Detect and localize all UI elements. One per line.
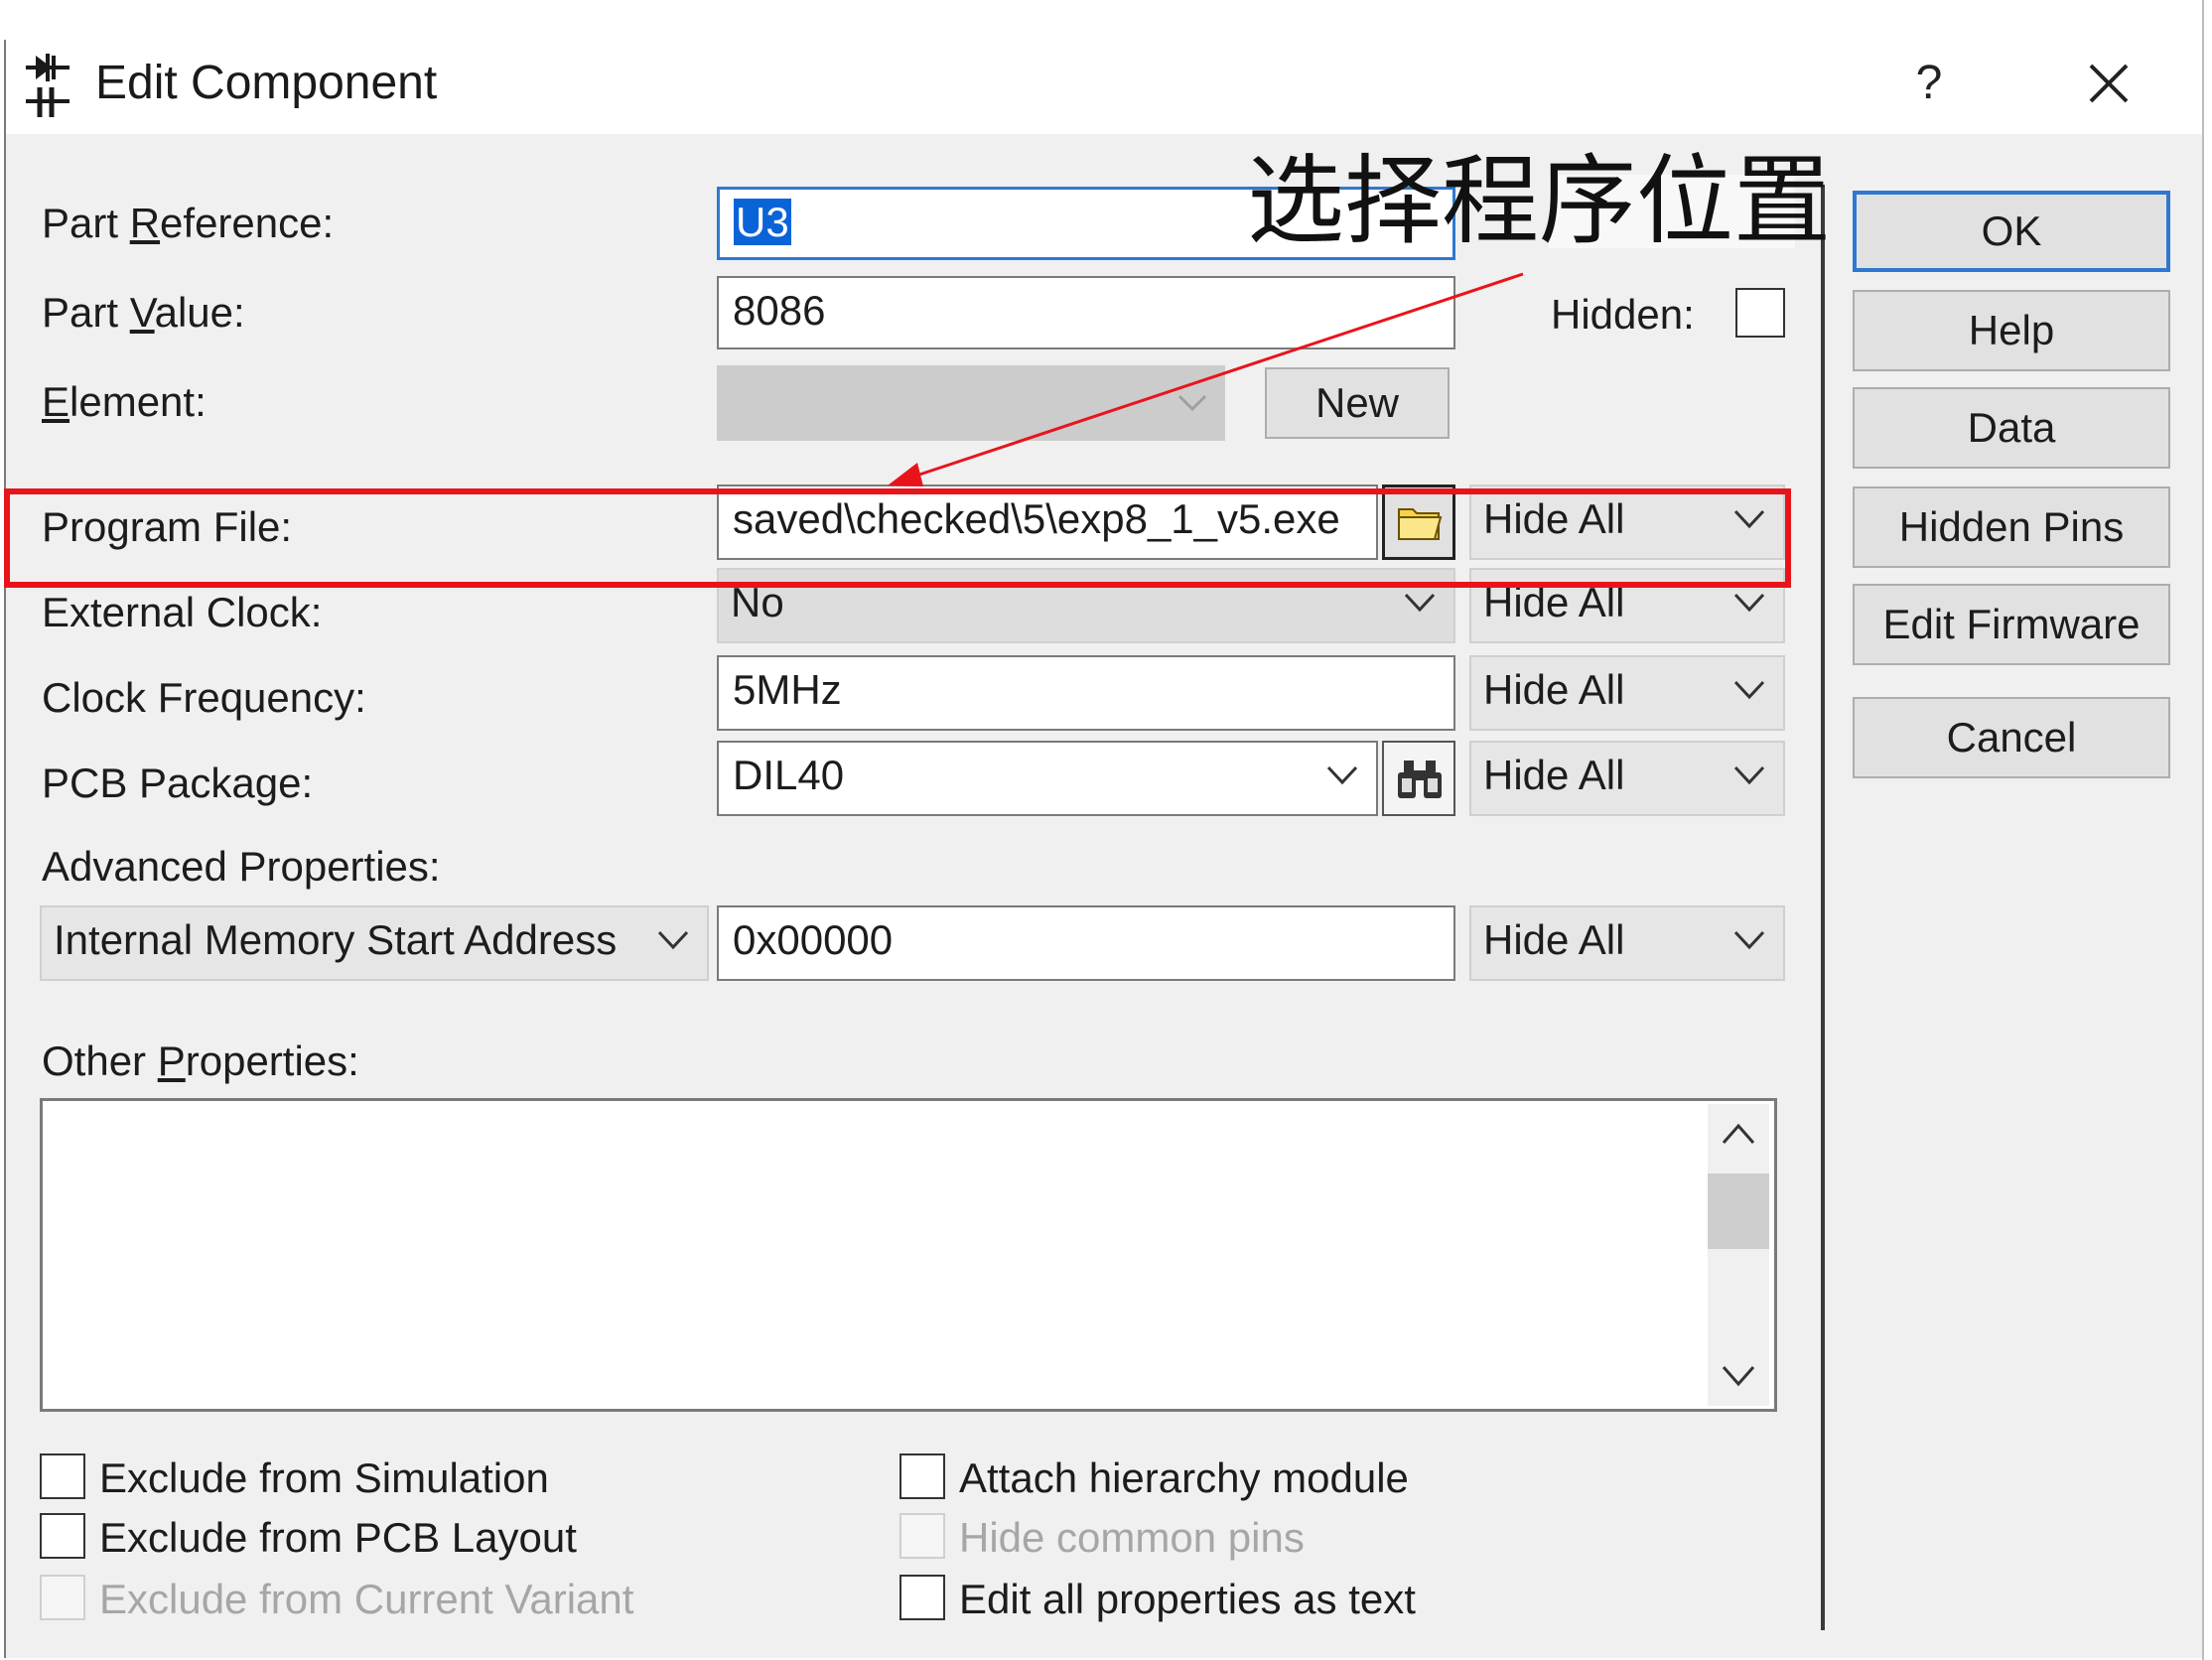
accelerator-key: E (42, 378, 70, 425)
cancel-button[interactable]: Cancel (1853, 697, 2170, 778)
annotation-arrow (888, 272, 1524, 486)
component-app-icon (26, 54, 69, 117)
scrollbar-thumb[interactable] (1708, 1174, 1769, 1249)
vertical-divider (1821, 185, 1825, 1630)
chevron-down-icon (1733, 930, 1765, 950)
exclude-pcb-label: Exclude from PCB Layout (99, 1514, 577, 1561)
label-text: Part (42, 289, 130, 336)
attach-hierarchy-label: Attach hierarchy module (959, 1454, 1409, 1501)
help-question-button[interactable]: ? (1894, 52, 1964, 115)
pcb-package-label: PCB Package: (42, 760, 314, 806)
selected-text: U3 (734, 199, 791, 245)
part-value-label: Part Value: (42, 288, 245, 338)
binoculars-icon (1398, 761, 1442, 798)
dialog-title: Edit Component (95, 57, 438, 109)
edit-all-text-label: Edit all properties as text (959, 1576, 1416, 1622)
part-value-hidden-label: Hidden: (1551, 291, 1695, 338)
annotation-label: 选择程序位置 (1247, 145, 1832, 258)
other-properties-textarea[interactable] (40, 1098, 1777, 1412)
chevron-down-icon (1733, 593, 1765, 613)
edit-firmware-button[interactable]: Edit Firmware (1853, 584, 2170, 665)
chevron-down-icon (1404, 593, 1436, 613)
label-text: lement: (69, 378, 207, 425)
ok-button[interactable]: OK (1853, 191, 2170, 272)
clock-frequency-input[interactable]: 5MHz (717, 655, 1455, 731)
label-text: Part (42, 200, 130, 246)
pcb-package-search-button[interactable] (1382, 741, 1455, 816)
element-label: Element: (42, 377, 207, 427)
chevron-down-icon (1733, 680, 1765, 700)
hidden-pins-button[interactable]: Hidden Pins (1853, 486, 2170, 568)
chevron-down-icon[interactable] (1722, 1364, 1755, 1388)
part-value-hidden-checkbox[interactable] (1735, 288, 1785, 338)
clock-frequency-label: Clock Frequency: (42, 674, 366, 721)
window-border-left (4, 40, 6, 1658)
pcb-package-select[interactable]: DIL40 (717, 741, 1378, 816)
other-properties-label: Other Properties: (42, 1037, 359, 1086)
select-value: Hide All (1483, 916, 1625, 963)
chevron-up-icon[interactable] (1722, 1122, 1755, 1146)
data-button[interactable]: Data (1853, 387, 2170, 469)
label-text: roperties: (185, 1038, 359, 1084)
select-value: Hide All (1483, 752, 1625, 798)
pcb-package-visibility-select[interactable]: Hide All (1469, 741, 1785, 816)
accelerator-key: P (157, 1038, 186, 1084)
label-text: alue: (154, 289, 245, 336)
hide-common-pins-checkbox (899, 1513, 945, 1559)
accelerator-key: V (129, 289, 155, 336)
advanced-properties-label: Advanced Properties: (42, 843, 441, 890)
exclude-simulation-label: Exclude from Simulation (99, 1454, 549, 1501)
exclude-pcb-checkbox[interactable] (40, 1513, 85, 1559)
advanced-value-input[interactable]: 0x00000 (717, 905, 1455, 981)
edit-component-dialog: Edit Component ? Part Reference: U3 Part… (0, 0, 2212, 1660)
external-clock-label: External Clock: (42, 589, 323, 635)
exclude-variant-checkbox (40, 1575, 85, 1620)
help-button[interactable]: Help (1853, 290, 2170, 371)
close-icon[interactable] (2077, 52, 2141, 115)
chevron-down-icon (1326, 765, 1358, 785)
window-border-right (2202, 0, 2204, 1660)
accelerator-key: R (129, 200, 161, 246)
edit-all-text-checkbox[interactable] (899, 1575, 945, 1620)
exclude-variant-label: Exclude from Current Variant (99, 1576, 634, 1622)
part-reference-label: Part Reference: (42, 199, 334, 248)
label-text: Other (42, 1038, 158, 1084)
label-text: eference: (160, 200, 335, 246)
vertical-scrollbar[interactable] (1708, 1104, 1769, 1406)
chevron-down-icon (657, 930, 689, 950)
select-value: Internal Memory Start Address (54, 916, 618, 963)
hide-common-pins-label: Hide common pins (959, 1514, 1305, 1561)
highlight-box (4, 488, 1791, 588)
advanced-visibility-select[interactable]: Hide All (1469, 905, 1785, 981)
advanced-property-select[interactable]: Internal Memory Start Address (40, 905, 709, 981)
exclude-simulation-checkbox[interactable] (40, 1453, 85, 1499)
select-value: DIL40 (733, 752, 845, 798)
select-value: Hide All (1483, 666, 1625, 713)
clock-frequency-visibility-select[interactable]: Hide All (1469, 655, 1785, 731)
attach-hierarchy-checkbox[interactable] (899, 1453, 945, 1499)
chevron-down-icon (1733, 765, 1765, 785)
